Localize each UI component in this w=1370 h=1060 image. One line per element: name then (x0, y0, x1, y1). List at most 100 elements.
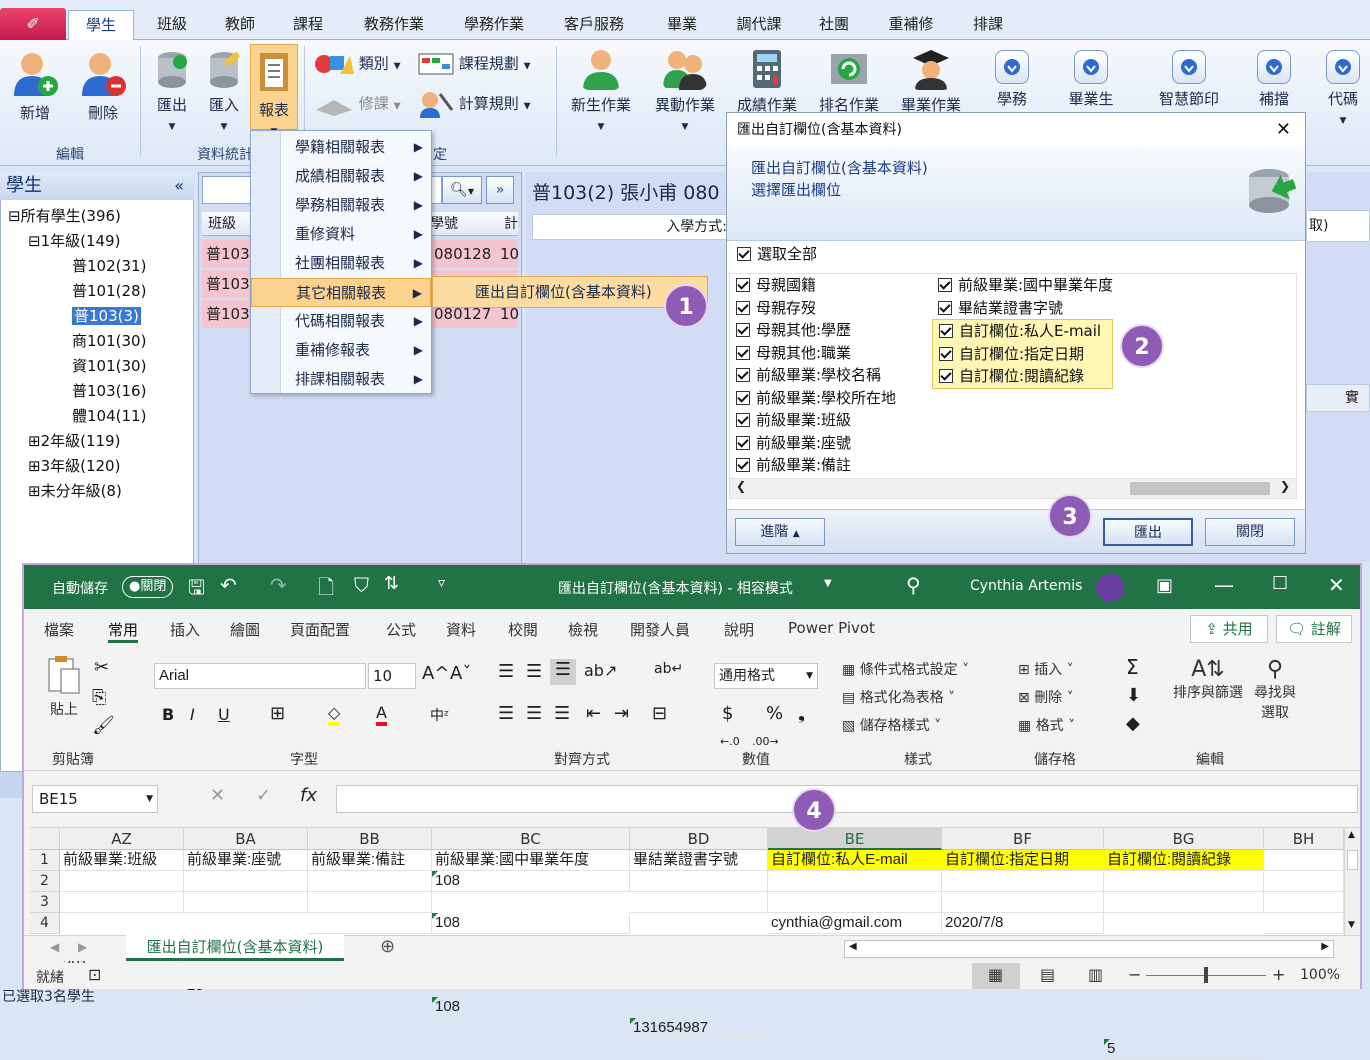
cell[interactable]: 5 (1104, 1039, 1264, 1060)
cell[interactable] (942, 871, 1104, 892)
menu-review[interactable]: 校閱 (508, 619, 538, 640)
align-bottom-icon[interactable]: ☰ (550, 659, 576, 685)
cell[interactable] (1264, 913, 1344, 934)
scroll-thumb[interactable] (1130, 482, 1270, 495)
column-header[interactable]: BG (1104, 828, 1264, 850)
menu-item-retake[interactable]: 重修資料 ▶ (251, 220, 431, 249)
scroll-up-icon[interactable]: ▲ (1348, 830, 1355, 840)
tree-node-class[interactable]: 商101(30) (8, 329, 192, 354)
menu-item-makeup[interactable]: 重補修報表 ▶ (251, 336, 431, 365)
ribbon-button-2[interactable]: 畢業生 (1066, 50, 1116, 109)
col-student-no[interactable]: 學號 (430, 212, 458, 236)
align-top-icon[interactable]: ☰ (498, 661, 514, 682)
avatar[interactable] (1096, 574, 1124, 602)
column-header[interactable]: BD (630, 828, 768, 850)
undo-icon[interactable]: ↶ (220, 573, 237, 597)
sheet-tab-active[interactable]: 匯出自訂欄位(含基本資料) (126, 935, 344, 961)
cell[interactable] (630, 871, 768, 892)
column-header-selected[interactable]: BE (768, 828, 942, 850)
tree-node-class-selected[interactable]: 普103(3) (8, 304, 192, 329)
field-checkbox[interactable]: 前級畢業:班級 (736, 409, 896, 432)
col-class[interactable]: 班級 (208, 212, 236, 236)
font-size-input[interactable]: 10 (368, 663, 416, 689)
cell-highlighted[interactable]: 自訂欄位:閱讀紀錄 (1104, 850, 1264, 871)
ribbon-button-3[interactable]: 智慧節印 (1152, 50, 1226, 109)
format-table-button[interactable]: ▤ 格式化為表格 ˅ (842, 687, 955, 707)
number-format-select[interactable]: 通用格式 ▼ (714, 663, 818, 689)
menu-page-layout[interactable]: 頁面配置 (290, 619, 350, 640)
category-button[interactable]: 類別 ▼ (314, 52, 401, 76)
add-button[interactable]: 新增 (8, 48, 62, 123)
tab-class[interactable]: 班級 (140, 10, 204, 40)
score-button[interactable]: 成績作業 (730, 48, 804, 115)
import-button[interactable]: 匯入 ▼ (202, 50, 246, 133)
column-header[interactable]: AZ (60, 828, 184, 850)
bold-icon[interactable]: B (162, 705, 174, 724)
vertical-scrollbar[interactable]: ▲ ▼ (1344, 828, 1360, 936)
cell[interactable]: 108 (432, 913, 630, 934)
cell[interactable]: 131654987 (630, 1018, 768, 1039)
menu-item-enrollment[interactable]: 學籍相關報表 ▶ (251, 133, 431, 162)
menu-data[interactable]: 資料 (446, 619, 476, 640)
tree-node-grade2[interactable]: ⊞2年級(119) (8, 429, 192, 454)
tab-student-affairs[interactable]: 學務作業 (452, 10, 536, 40)
field-checkbox[interactable]: 母親其他:學歷 (736, 319, 896, 342)
expand-node-icon[interactable]: ⊞ (28, 432, 41, 450)
align-center-icon[interactable]: ☰ (526, 703, 542, 724)
tree-node-class[interactable]: 普103(16) (8, 379, 192, 404)
zoom-out-icon[interactable]: − (1128, 965, 1141, 984)
field-checkbox[interactable]: 前級畢業:備註 (736, 454, 896, 477)
cell[interactable]: 108 (432, 997, 630, 1018)
close-icon[interactable]: ✕ (1276, 113, 1291, 147)
new-file-icon[interactable]: 🗋︎ (318, 573, 334, 607)
field-checkbox[interactable]: 畢結業證書字號 (938, 297, 1113, 320)
menu-item-code[interactable]: 代碼相關報表 ▶ (251, 307, 431, 336)
field-checkbox[interactable]: 母親其他:職業 (736, 342, 896, 365)
row-header[interactable]: 1 (30, 850, 60, 871)
function-icon[interactable]: fx (300, 785, 317, 806)
font-name-input[interactable]: Arial (154, 663, 366, 689)
find-select-button[interactable]: ⚲ 尋找與選取 (1250, 657, 1300, 722)
paste-button[interactable]: 貼上 (42, 655, 86, 719)
comment-button[interactable]: 🗨︎ 註解 (1276, 615, 1352, 643)
macro-record-icon[interactable]: ⊡ (88, 965, 101, 984)
delete-button[interactable]: 刪除 (76, 48, 130, 123)
cell[interactable]: 前級畢業:班級 (60, 850, 184, 871)
cell-style-button[interactable]: ▧ 儲存格樣式 ˅ (842, 715, 941, 735)
tree-node-all[interactable]: ⊟所有學生(396) (8, 204, 192, 229)
merge-center-icon[interactable]: ⊟ (652, 703, 667, 724)
menu-file[interactable]: 檔案 (44, 619, 74, 640)
horizontal-scrollbar[interactable]: ❮ ❯ (730, 478, 1296, 498)
insert-cells-button[interactable]: ⊞ 插入 ˅ (1018, 659, 1074, 679)
tab-graduate[interactable]: 畢業 (652, 10, 712, 40)
tab-academic[interactable]: 教務作業 (352, 10, 436, 40)
cut-icon[interactable]: ✂ (94, 657, 109, 678)
report-button[interactable]: 報表▼ (250, 44, 298, 137)
tree-node-class[interactable]: 資101(30) (8, 354, 192, 379)
title-dropdown-icon[interactable]: ▼ (824, 578, 832, 589)
field-checkbox[interactable]: 前級畢業:學校所在地 (736, 387, 896, 410)
cell[interactable]: 108 (432, 871, 630, 892)
tab-substitute[interactable]: 調代課 (724, 10, 794, 40)
sort-icon[interactable]: ⇅ (384, 573, 399, 594)
tree-node-class[interactable]: 體104(11) (8, 404, 192, 429)
autosum-icon[interactable]: Σ (1126, 655, 1139, 679)
tree-node-class[interactable]: 普102(31) (8, 254, 192, 279)
wrap-text-icon[interactable]: ab↵ (654, 661, 683, 677)
copy-icon[interactable]: ⎘ (92, 687, 106, 708)
rank-button[interactable]: 排名作業 (812, 48, 886, 115)
field-checkbox[interactable]: 前級畢業:國中畢業年度 (938, 274, 1113, 297)
field-checkbox[interactable]: 自訂欄位:指定日期 (939, 343, 1104, 366)
prev-sheet-icon[interactable]: ◀ (50, 940, 59, 954)
save-icon[interactable]: 🖫︎ (188, 573, 205, 607)
align-middle-icon[interactable]: ☰ (526, 661, 542, 682)
search-next-button[interactable]: » (486, 176, 514, 204)
column-header[interactable]: BC (432, 828, 630, 850)
cell[interactable] (1104, 892, 1264, 913)
cell[interactable]: 2020/7/8 (942, 913, 1104, 934)
menu-home[interactable]: 常用 (108, 619, 139, 643)
menu-item-club[interactable]: 社團相關報表 ▶ (251, 249, 431, 278)
ribbon-display-icon[interactable]: ▣ (1156, 575, 1173, 596)
page-layout-view-icon[interactable]: ▤ (1040, 965, 1055, 984)
cancel-icon[interactable]: ✕ (210, 785, 225, 806)
